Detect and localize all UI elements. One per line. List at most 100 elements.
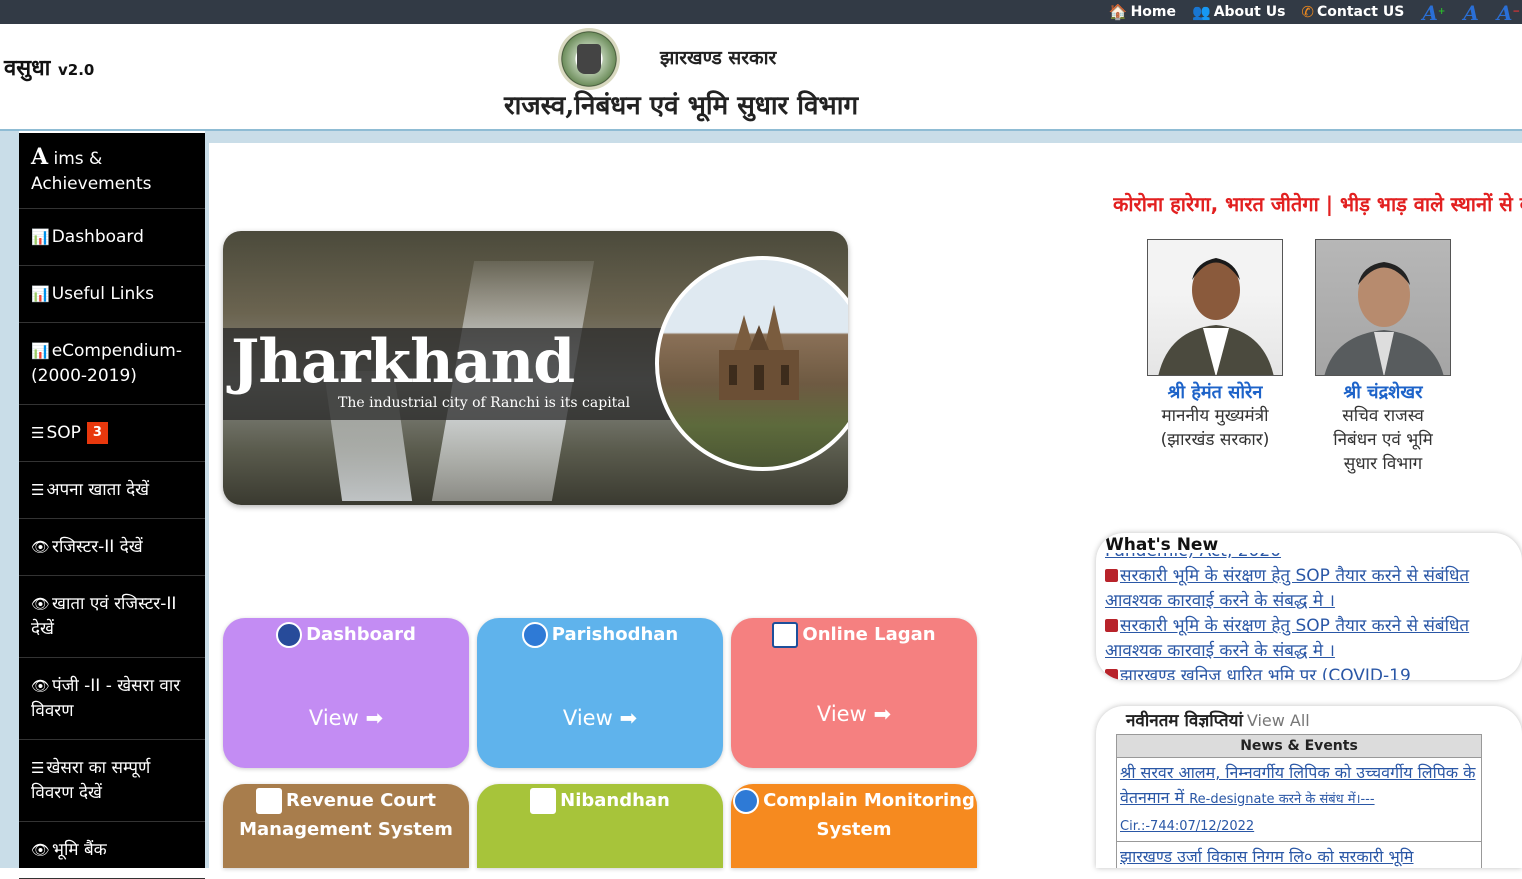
department-name: राजस्व,निबंधन एवं भूमि सुधार विभाग [504, 91, 859, 121]
whats-new-panel: What's New Pandemic) Act, 2020 सरकारी भू… [1096, 533, 1522, 680]
tile-nibandhan[interactable]: Nibandhan [477, 784, 723, 868]
tile-title: Parishodhan [551, 624, 679, 645]
whats-new-item[interactable]: सरकारी भूमि के संरक्षण हेतु SOP तैयार कर… [1105, 614, 1505, 664]
official-photo [1147, 239, 1283, 376]
contact-label: Contact US [1316, 4, 1405, 20]
font-normal-button[interactable]: A [1463, 1, 1479, 25]
sidebar-item-label: SOP [46, 422, 81, 443]
bar-chart-icon: 📊 [31, 284, 50, 303]
notice-row[interactable]: झारखण्ड उर्जा विकास निगम लि० को सरकारी भ… [1117, 842, 1481, 868]
rent-icon [772, 622, 799, 648]
sidebar-item-label: खाता एवं रजिस्टर-II देखें [31, 593, 177, 639]
official-name: श्री हेमंत सोरेन [1167, 382, 1263, 403]
eye-icon: 👁 [31, 840, 51, 859]
sidebar-item-label: खेसरा का सम्पूर्ण विवरण देखें [31, 757, 151, 803]
tile-view-button[interactable]: View ➡ [477, 706, 723, 730]
whats-new-item-text: Pandemic) Act, 2020 [1105, 553, 1281, 561]
official-name: श्री चंद्रशेखर [1343, 382, 1423, 403]
bar-chart-icon: 📊 [31, 227, 50, 246]
about-link[interactable]: 👥 About Us [1192, 3, 1285, 21]
sidebar-item-ecompendium[interactable]: 📊 eCompendium-(2000-2019) [19, 323, 205, 405]
tile-title: Complain Monitoring System [763, 790, 975, 840]
tile-parishodhan[interactable]: Parishodhan View ➡ [477, 618, 723, 768]
sidebar-item-dashboard[interactable]: 📊 Dashboard [19, 209, 205, 266]
phone-icon: ✆ [1301, 3, 1314, 21]
tile-title: Online Lagan [802, 624, 936, 645]
sidebar-item-label: भूमि बैंक [52, 839, 107, 860]
person-icon [1158, 258, 1274, 375]
content-top-border [205, 131, 1522, 143]
sidebar-item-label: पंजी -II - खेसरा वार विवरण [31, 675, 181, 721]
list-icon: ☰ [31, 423, 45, 442]
left-gutter [0, 131, 19, 868]
sidebar-item-bhumi-bank[interactable]: 👁 भूमि बैंक [19, 822, 205, 879]
sidebar-item-khata-register[interactable]: 👁 खाता एवं रजिस्टर-II देखें [19, 576, 205, 658]
sidebar-item-aims[interactable]: A ims & Achievements [19, 133, 205, 209]
arrow-right-icon: ➡ [873, 702, 892, 726]
tile-online-lagan[interactable]: Online Lagan View ➡ [731, 618, 977, 768]
hero-banner: Jharkhand The industrial city of Ranchi … [223, 231, 848, 505]
sidebar-item-panji-khesra[interactable]: 👁 पंजी -II - खेसरा वार विवरण [19, 658, 205, 740]
sidebar-item-label: eCompendium-(2000-2019) [31, 340, 182, 386]
tile-title: Nibandhan [560, 790, 670, 811]
font-increase-label: A [1422, 1, 1438, 25]
aims-initial: A [31, 143, 49, 170]
banner-subtitle: The industrial city of Ranchi is its cap… [338, 395, 631, 411]
sidebar-item-label: रजिस्टर-II देखें [52, 536, 143, 557]
whats-new-item-text: सरकारी भूमि के संरक्षण हेतु SOP तैयार कर… [1105, 616, 1470, 661]
sidebar-item-apna-khata[interactable]: ☰ अपना खाता देखें [19, 462, 205, 519]
list-icon: ☰ [31, 758, 45, 777]
person-icon [1324, 262, 1444, 375]
sidebar-item-sop[interactable]: ☰ SOP 3 [19, 405, 205, 462]
sidebar-item-label: Dashboard [51, 226, 144, 247]
home-link[interactable]: 🏠 Home [1109, 3, 1176, 21]
brand-version: v2.0 [58, 61, 95, 79]
whats-new-list: Pandemic) Act, 2020 सरकारी भूमि के संरक्… [1105, 553, 1505, 680]
news-events-table: News & Events श्री सरवर आलम, निम्नवर्गीय… [1116, 734, 1482, 868]
view-all-link[interactable]: View All [1247, 711, 1310, 730]
temple-icon [719, 305, 799, 400]
brand-logo[interactable]: वसुधा v2.0 [4, 52, 94, 82]
sidebar-item-label: Useful Links [51, 283, 155, 304]
tile-view-label: View [816, 702, 867, 726]
official-card-cm: श्री हेमंत सोरेन माननीय मुख्यमंत्री (झार… [1147, 239, 1283, 452]
whats-new-title: What's New [1105, 535, 1219, 555]
whats-new-item[interactable]: सरकारी भूमि के संरक्षण हेतु SOP तैयार कर… [1105, 564, 1505, 614]
whats-new-item[interactable]: Pandemic) Act, 2020 [1105, 553, 1505, 564]
jharkhand-emblem-icon [558, 28, 620, 90]
tile-revenue-court[interactable]: Revenue Court Management System [223, 784, 469, 868]
tile-view-button[interactable]: View ➡ [223, 706, 469, 730]
font-decrease-button[interactable]: A− [1497, 1, 1520, 25]
arrow-right-icon: ➡ [619, 706, 638, 730]
temple-photo [655, 256, 848, 471]
notice-row[interactable]: श्री सरवर आलम, निम्नवर्गीय लिपिक को उच्च… [1117, 758, 1481, 842]
font-increase-button[interactable]: A+ [1422, 1, 1445, 25]
contact-link[interactable]: ✆ Contact US [1301, 3, 1404, 21]
gavel-icon [256, 788, 282, 814]
notices-title-text: नवीनतम विज्ञप्तियां [1126, 711, 1243, 731]
tile-view-button[interactable]: View ➡ [731, 702, 977, 726]
sidebar-item-register-2[interactable]: 👁 रजिस्टर-II देखें [19, 519, 205, 576]
sidebar-item-label: अपना खाता देखें [46, 479, 150, 500]
official-card-secretary: श्री चंद्रशेखर सचिव राजस्व निबंधन एवं भू… [1315, 239, 1451, 476]
book-icon [530, 788, 557, 814]
site-header: वसुधा v2.0 झारखण्ड सरकार राजस्व,निबंधन ए… [0, 24, 1522, 131]
tile-dashboard[interactable]: Dashboard View ➡ [223, 618, 469, 768]
sidebar-item-khesra-detail[interactable]: ☰ खेसरा का सम्पूर्ण विवरण देखें [19, 740, 205, 822]
sidebar: A ims & Achievements 📊 Dashboard 📊 Useful … [19, 133, 205, 879]
notices-panel: नवीनतम विज्ञप्तियां View All News & Event… [1096, 706, 1522, 868]
official-designation: माननीय मुख्यमंत्री (झारखंड सरकार) [1160, 406, 1270, 450]
sidebar-item-label: ims & Achievements [31, 148, 152, 194]
bar-chart-icon: 📊 [31, 341, 50, 360]
banner-title: Jharkhand [231, 327, 575, 397]
arrow-bullet-icon [1105, 569, 1118, 582]
content-left-border [205, 131, 209, 868]
whats-new-item[interactable]: झारखण्ड खनिज धारित भूमि पर (COVID-19 [1105, 664, 1505, 680]
sop-count-badge: 3 [86, 422, 108, 444]
whats-new-item-text: झारखण्ड खनिज धारित भूमि पर (COVID-19 [1120, 666, 1411, 680]
list-icon: ☰ [31, 480, 45, 499]
eye-icon: 👁 [31, 537, 51, 556]
edit-document-icon [521, 622, 548, 648]
sidebar-item-useful-links[interactable]: 📊 Useful Links [19, 266, 205, 323]
tile-complain-monitoring[interactable]: Complain Monitoring System [731, 784, 977, 868]
